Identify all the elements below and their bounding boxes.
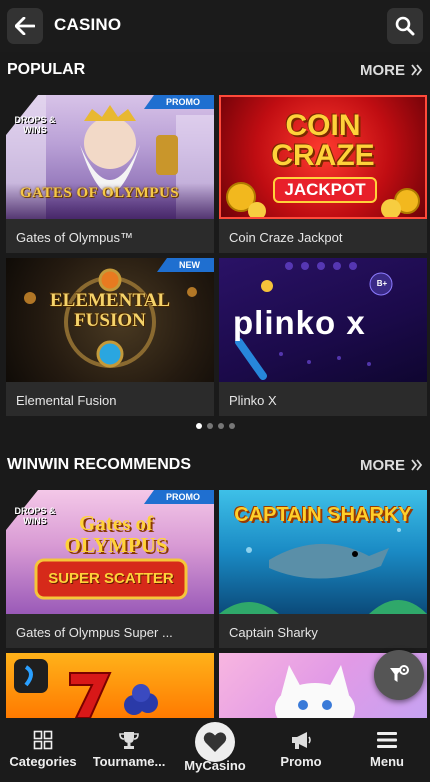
jackpot-label: JACKPOT <box>273 177 377 203</box>
game-thumbnail: COIN CRAZE JACKPOT <box>219 95 427 219</box>
game-title: Gates of Olympus™ <box>16 230 134 245</box>
bottom-navigation: Categories Tourname... MyCasino Promo Me… <box>0 718 430 782</box>
nav-tournaments[interactable]: Tourname... <box>86 718 172 782</box>
page-title: CASINO <box>54 15 122 34</box>
nav-label: Categories <box>9 754 77 769</box>
nav-label: Menu <box>370 754 404 769</box>
game-artwork <box>14 659 158 718</box>
super-scatter-label: SUPER SCATTER <box>48 570 174 587</box>
recommends-section-header: WINWIN RECOMMENDS MORE <box>0 448 430 482</box>
drops-wins-label: DROPS & WINS <box>14 506 56 526</box>
art-title: GATES OF OLYMPUS <box>20 185 180 201</box>
carousel-dot[interactable] <box>228 423 235 429</box>
double-chevron-right-icon <box>411 64 423 76</box>
section-title: WINWIN RECOMMENDS <box>7 456 191 473</box>
arrow-left-icon <box>15 17 35 35</box>
art-title: COIN CRAZE <box>271 109 375 172</box>
art-title: plinko x <box>233 304 366 341</box>
game-thumbnail: ELEMENTAL FUSION <box>6 258 214 382</box>
game-card[interactable]: ELEMENTAL FUSION NEW Elemental Fusion <box>6 258 214 416</box>
game-card[interactable]: Gates of OLYMPUS SUPER SCATTER DROPS & W… <box>6 490 214 648</box>
game-title: Coin Craze Jackpot <box>229 230 343 245</box>
promo-badge: PROMO <box>143 95 214 109</box>
heart-icon <box>203 732 227 752</box>
filter-gear-icon <box>390 665 409 682</box>
search-button[interactable] <box>387 8 423 44</box>
top-bar: CASINO <box>0 0 430 52</box>
game-card[interactable] <box>6 653 214 718</box>
megaphone-icon <box>290 728 312 752</box>
game-title: Elemental Fusion <box>16 393 117 408</box>
game-thumbnail: GATES OF OLYMPUS DROPS & WINS <box>6 95 214 219</box>
popular-section-header: POPULAR MORE <box>0 53 430 87</box>
nav-mycasino[interactable]: MyCasino <box>172 718 258 782</box>
back-button[interactable] <box>7 8 43 44</box>
game-card[interactable]: plinko x B+ Plinko X <box>219 258 427 416</box>
art-subtitle: FUSION <box>74 310 146 331</box>
game-card[interactable]: CAPTAIN SHARKY Captain Sharky <box>219 490 427 648</box>
promo-badge: PROMO <box>143 490 214 504</box>
nav-label: Promo <box>280 754 322 769</box>
art-title: ELEMENTAL <box>49 290 170 311</box>
game-thumbnail: Gates of OLYMPUS SUPER SCATTER DROPS & W… <box>6 490 214 614</box>
double-chevron-right-icon <box>411 459 423 471</box>
game-thumbnail: CAPTAIN SHARKY <box>219 490 427 614</box>
game-title: Plinko X <box>229 393 277 408</box>
game-thumbnail <box>6 653 214 718</box>
section-title: POPULAR <box>7 61 86 78</box>
carousel-dot[interactable] <box>206 423 213 429</box>
game-card[interactable]: COIN CRAZE JACKPOT Coin Craze Jackpot <box>219 95 427 253</box>
game-thumbnail: plinko x B+ <box>219 258 427 382</box>
nav-menu[interactable]: Menu <box>344 718 430 782</box>
filter-fab[interactable] <box>374 650 424 700</box>
trophy-icon <box>118 728 140 752</box>
game-card[interactable]: GATES OF OLYMPUS DROPS & WINS PROMO Gate… <box>6 95 214 253</box>
carousel-dot[interactable] <box>217 423 224 429</box>
nav-label: Tourname... <box>92 754 166 769</box>
hamburger-icon <box>377 728 397 752</box>
popular-more-link[interactable]: MORE <box>360 62 423 79</box>
art-title: CAPTAIN SHARKY <box>234 504 412 526</box>
art-title: Gates of OLYMPUS <box>64 511 168 557</box>
more-label: MORE <box>360 456 405 474</box>
game-title: Gates of Olympus Super ... <box>16 625 173 640</box>
carousel-pagination <box>0 423 430 429</box>
heart-button <box>195 722 235 762</box>
more-label: MORE <box>360 61 405 79</box>
nav-categories[interactable]: Categories <box>0 718 86 782</box>
nav-promo[interactable]: Promo <box>258 718 344 782</box>
search-icon <box>395 16 415 36</box>
game-title: Captain Sharky <box>229 625 318 640</box>
drops-wins-label: DROPS & WINS <box>14 115 56 135</box>
b-plus-badge: B+ <box>376 279 388 288</box>
new-badge: NEW <box>157 258 214 272</box>
recommends-more-link[interactable]: MORE <box>360 457 423 474</box>
carousel-dot[interactable] <box>195 423 202 429</box>
grid-icon <box>33 728 53 752</box>
